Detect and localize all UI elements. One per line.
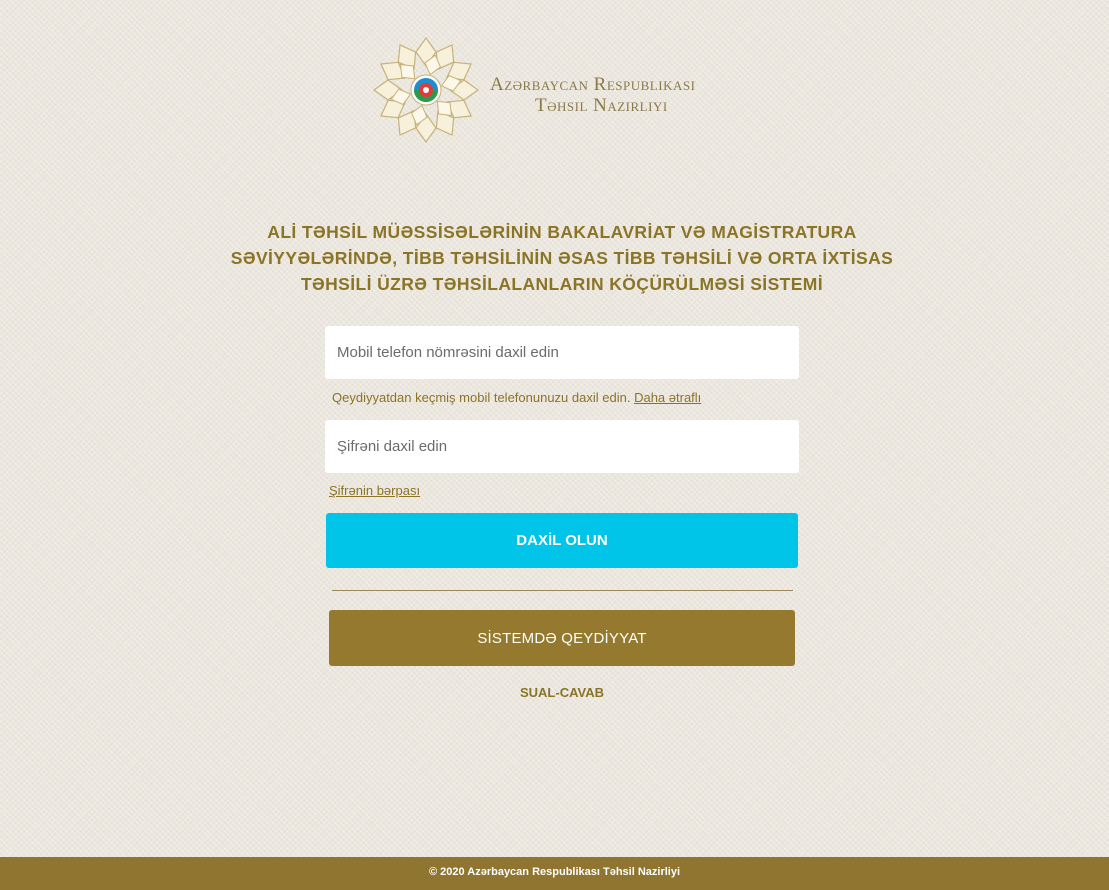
register-button[interactable]: SİSTEMDƏ QEYDİYYAT (329, 610, 795, 666)
ministry-emblem-icon (372, 36, 480, 144)
phone-input[interactable] (325, 326, 799, 379)
system-title-line2: SƏVİYYƏLƏRİNDƏ, TİBB TƏHSİLİNİN ƏSAS TİB… (230, 248, 894, 268)
ministry-name-line2: Təhsil Nazirliyi (535, 95, 668, 116)
phone-hint: Qeydiyyatdan keçmiş mobil telefonunuzu d… (332, 390, 701, 405)
footer: © 2020 Azərbaycan Respublikası Təhsil Na… (0, 857, 1109, 890)
system-title: ALİ TƏHSİL MÜƏSSİSƏLƏRİNİN BAKALAVRİAT V… (200, 219, 924, 297)
footer-copyright: © 2020 Azərbaycan Respublikası Təhsil Na… (428, 866, 681, 878)
system-title-line3: TƏHSİLİ ÜZRƏ TƏHSİLALANLARIN KÖÇÜRÜLMƏSİ… (300, 274, 824, 294)
password-input[interactable] (325, 420, 799, 473)
divider (332, 590, 793, 591)
ministry-name-line1: Azərbaycan Respublikası (490, 74, 696, 95)
phone-hint-text: Qeydiyyatdan keçmiş mobil telefonunuzu d… (332, 390, 631, 405)
login-button[interactable]: DAXİL OLUN (326, 513, 798, 568)
login-page: Azərbaycan Respublikası Təhsil Nazirliyi… (0, 0, 1109, 890)
faq-link[interactable]: SUAL-CAVAB (462, 685, 662, 700)
ministry-name: Azərbaycan Respublikası Təhsil Nazirliyi (490, 74, 695, 116)
system-title-line1: ALİ TƏHSİL MÜƏSSİSƏLƏRİNİN BAKALAVRİAT V… (267, 222, 857, 242)
password-recovery-link[interactable]: Şifrənin bərpası (329, 483, 420, 498)
ministry-logo: Azərbaycan Respublikası Təhsil Nazirliyi (372, 36, 772, 148)
more-info-link[interactable]: Daha ətraflı (634, 390, 701, 405)
